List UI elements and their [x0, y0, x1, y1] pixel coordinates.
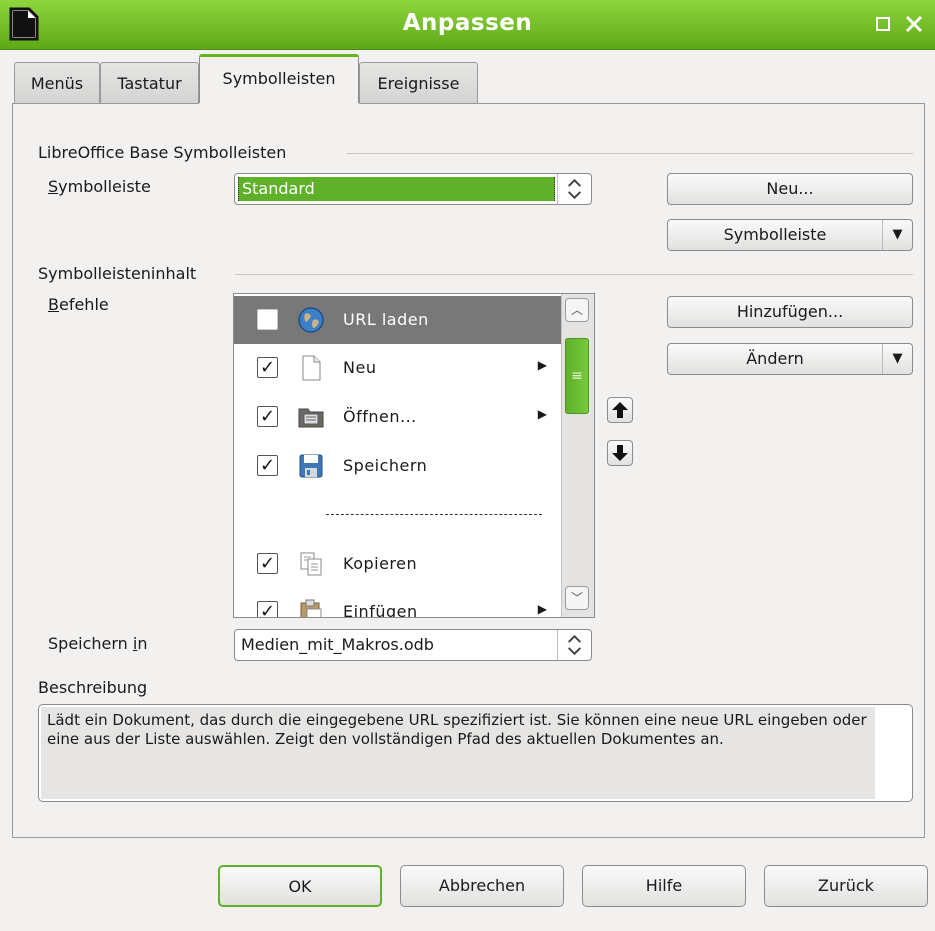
tab-ereignisse[interactable]: Ereignisse — [359, 62, 478, 104]
scroll-down-icon[interactable]: ﹀ — [565, 586, 589, 610]
scroll-up-icon[interactable]: ︿ — [565, 298, 589, 322]
tab-label: Menüs — [30, 74, 84, 93]
toolbar-select[interactable]: Standard — [234, 173, 592, 205]
separator — [235, 274, 913, 275]
separator — [347, 153, 913, 154]
toolbar-menu-button[interactable]: Symbolleiste ▼ — [667, 219, 913, 251]
toolbar-label: Symbolleiste — [48, 177, 151, 196]
tab-symbolleisten[interactable]: Symbolleisten — [199, 54, 359, 104]
modify-button-label: Ändern — [746, 349, 804, 368]
checkbox[interactable] — [257, 309, 278, 330]
checkbox[interactable]: ✓ — [257, 357, 278, 378]
list-item[interactable]: ✓ Kopieren — [234, 540, 561, 588]
copy-icon — [300, 552, 322, 576]
save-in-select-value: Medien_mit_Makros.odb — [241, 635, 434, 654]
tab-label: Symbolleisten — [222, 69, 336, 88]
submenu-arrow-icon: ▶ — [537, 407, 547, 421]
item-label: Speichern — [343, 456, 428, 475]
checkbox[interactable]: ✓ — [257, 406, 278, 427]
list-item[interactable]: ✓ Speichern — [234, 442, 561, 490]
toolbar-label-rest: ymbolleiste — [58, 177, 151, 196]
title-bar: Anpassen — [0, 0, 935, 50]
ok-button[interactable]: OK — [218, 865, 382, 907]
item-label: Neu — [343, 358, 377, 377]
arrow-up-icon — [612, 402, 628, 418]
description-text: Lädt ein Dokument, das durch die eingege… — [41, 707, 875, 799]
tab-label: Ereignisse — [377, 74, 460, 93]
tab-menues[interactable]: Menüs — [14, 62, 100, 104]
description-box: Lädt ein Dokument, das durch die eingege… — [38, 704, 913, 802]
tab-border — [12, 103, 199, 104]
save-in-label-rest: n — [137, 634, 148, 653]
close-icon[interactable] — [902, 12, 926, 36]
new-toolbar-button-label: Neu... — [766, 179, 814, 198]
spin-updown-icon — [557, 174, 582, 204]
toolbars-heading: LibreOffice Base Symbolleisten — [38, 143, 287, 162]
floppy-icon — [299, 454, 323, 478]
toolbar-select-value: Standard — [238, 177, 555, 201]
commands-label: Befehle — [48, 295, 109, 314]
spin-updown-icon — [557, 630, 582, 660]
list-scrollbar[interactable]: ︿ ≡ ﹀ — [561, 294, 594, 617]
modify-button[interactable]: Ändern ▼ — [667, 343, 913, 375]
description-label-start: Beschreibun — [38, 678, 138, 697]
list-item[interactable]: ✓ Neu ▶ — [234, 344, 561, 392]
checkbox[interactable]: ✓ — [257, 455, 278, 476]
save-in-select[interactable]: Medien_mit_Makros.odb — [234, 629, 592, 661]
list-item[interactable]: URL laden — [234, 296, 561, 344]
help-button[interactable]: Hilfe — [582, 865, 746, 907]
maximize-icon[interactable] — [871, 12, 895, 36]
tab-border — [359, 103, 925, 104]
scrollbar-thumb[interactable]: ≡ — [565, 338, 589, 414]
toolbar-menu-button-label: Symbolleiste — [723, 225, 827, 244]
new-toolbar-button[interactable]: Neu... — [667, 173, 913, 205]
globe-icon — [298, 307, 324, 333]
item-label: URL laden — [343, 310, 429, 329]
cancel-button[interactable]: Abbrechen — [400, 865, 564, 907]
list-item[interactable]: ✓ Öffnen... ▶ — [234, 393, 561, 441]
save-in-label: Speichern in — [48, 634, 148, 653]
document-icon — [302, 355, 321, 381]
add-command-button-label: Hinzufügen... — [736, 302, 844, 321]
submenu-arrow-icon: ▶ — [537, 602, 547, 616]
cancel-button-label: Abbrechen — [438, 876, 526, 895]
help-button-label: Hilfe — [645, 876, 683, 895]
reset-button[interactable]: Zurück — [764, 865, 928, 907]
add-command-button[interactable]: Hinzufügen... — [667, 296, 913, 328]
dropdown-arrow-icon: ▼ — [882, 220, 912, 250]
tab-label: Tastatur — [117, 74, 182, 93]
checkbox[interactable]: ✓ — [257, 601, 278, 617]
move-down-button[interactable] — [607, 440, 633, 466]
commands-list[interactable]: URL laden ✓ Neu ▶ ✓ Öffnen... ▶ ✓ Speich… — [233, 293, 595, 618]
ok-button-label: OK — [288, 877, 312, 896]
reset-button-label: Zurück — [818, 876, 874, 895]
list-item-separator[interactable] — [234, 491, 561, 539]
window-title: Anpassen — [402, 10, 533, 36]
arrow-down-icon — [612, 445, 628, 461]
tab-tastatur[interactable]: Tastatur — [100, 62, 199, 104]
item-label: Kopieren — [343, 554, 418, 573]
commands-label-rest: efehle — [58, 295, 109, 314]
paste-icon — [300, 599, 322, 617]
save-in-label-start: Speichern — [48, 634, 133, 653]
list-item[interactable]: ✓ Einfügen ▶ — [234, 588, 561, 618]
move-up-button[interactable] — [607, 397, 633, 423]
checkbox[interactable]: ✓ — [257, 553, 278, 574]
description-label: Beschreibung — [38, 678, 148, 697]
item-label: Einfügen — [343, 602, 418, 618]
submenu-arrow-icon: ▶ — [537, 358, 547, 372]
separator-line — [326, 514, 542, 515]
folder-icon — [298, 408, 324, 428]
item-label: Öffnen... — [343, 407, 417, 426]
content-heading: Symbolleisteninhalt — [38, 264, 197, 283]
dropdown-arrow-icon: ▼ — [882, 344, 912, 374]
